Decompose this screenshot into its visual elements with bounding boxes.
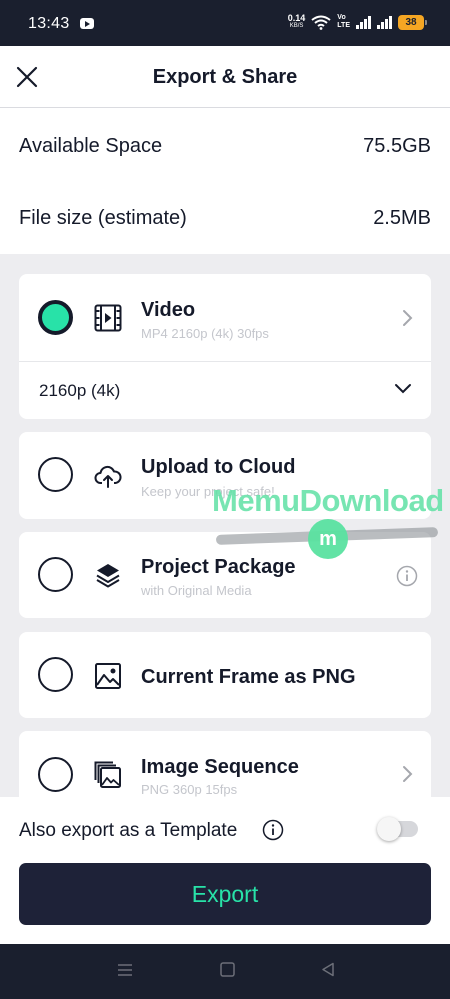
info-icon[interactable] bbox=[262, 819, 284, 841]
file-size-label: File size (estimate) bbox=[19, 207, 187, 229]
template-toggle[interactable] bbox=[377, 817, 418, 841]
option-cloud-card[interactable]: Upload to Cloud Keep your project safe! bbox=[19, 432, 431, 519]
package-subtitle: with Original Media bbox=[141, 583, 252, 598]
cloud-title: Upload to Cloud bbox=[141, 456, 296, 478]
option-png-card[interactable]: Current Frame as PNG bbox=[19, 632, 431, 718]
recent-apps-icon[interactable] bbox=[117, 962, 133, 978]
system-nav-bar bbox=[0, 944, 450, 999]
cloud-radio[interactable] bbox=[38, 457, 73, 492]
available-space-value: 75.5GB bbox=[363, 135, 431, 157]
option-video-card[interactable]: Video MP4 2160p (4k) 30fps 2160p (4k) bbox=[19, 274, 431, 419]
video-file-icon bbox=[94, 304, 122, 332]
png-title: Current Frame as PNG bbox=[141, 666, 356, 688]
signal-2-icon bbox=[377, 15, 392, 29]
cloud-upload-icon bbox=[94, 465, 122, 488]
image-icon bbox=[95, 663, 121, 689]
sequence-title: Image Sequence bbox=[141, 756, 299, 778]
youtube-notification-icon bbox=[80, 18, 94, 29]
info-icon[interactable] bbox=[396, 565, 418, 587]
chevron-down-icon[interactable] bbox=[394, 383, 412, 395]
cloud-subtitle: Keep your project safe! bbox=[141, 484, 275, 499]
home-icon[interactable] bbox=[220, 962, 235, 977]
network-speed: 0.14 KB/S bbox=[287, 13, 306, 30]
signal-1-icon bbox=[356, 15, 371, 29]
package-radio[interactable] bbox=[38, 557, 73, 592]
sequence-subtitle: PNG 360p 15fps bbox=[141, 782, 238, 797]
template-label: Also export as a Template bbox=[19, 820, 238, 841]
sequence-radio[interactable] bbox=[38, 757, 73, 792]
status-bar: 13:43 0.14 KB/S Vo LTE 38 bbox=[0, 0, 450, 46]
available-space-row: Available Space 75.5GB bbox=[19, 135, 431, 158]
toggle-knob bbox=[377, 817, 401, 841]
back-icon[interactable] bbox=[321, 962, 335, 977]
status-time: 13:43 bbox=[28, 15, 70, 32]
file-size-row: File size (estimate) 2.5MB bbox=[19, 207, 431, 230]
battery-icon: 38 bbox=[398, 14, 427, 30]
export-button[interactable]: Export bbox=[19, 863, 431, 925]
available-space-label: Available Space bbox=[19, 135, 163, 157]
resolution-select[interactable]: 2160p (4k) bbox=[19, 362, 431, 419]
video-subtitle: MP4 2160p (4k) 30fps bbox=[141, 326, 269, 341]
package-title: Project Package bbox=[141, 556, 296, 578]
layers-icon bbox=[96, 564, 120, 588]
bottom-panel: Also export as a Template Export bbox=[0, 797, 450, 944]
status-icons: 0.14 KB/S Vo LTE 38 bbox=[287, 13, 427, 30]
app-header: Export & Share bbox=[0, 46, 450, 108]
file-size-value: 2.5MB bbox=[373, 207, 431, 229]
png-radio[interactable] bbox=[38, 657, 73, 692]
video-radio[interactable] bbox=[38, 300, 73, 335]
page-title: Export & Share bbox=[152, 66, 298, 88]
wifi-icon bbox=[311, 15, 331, 30]
volte-indicator: Vo LTE bbox=[337, 14, 350, 29]
option-package-card[interactable]: Project Package with Original Media bbox=[19, 532, 431, 618]
chevron-right-icon[interactable] bbox=[401, 309, 413, 327]
chevron-right-icon[interactable] bbox=[401, 765, 413, 783]
image-sequence-icon bbox=[94, 761, 121, 788]
resolution-value: 2160p (4k) bbox=[39, 381, 121, 400]
video-title: Video bbox=[141, 299, 196, 321]
export-info: Available Space 75.5GB File size (estima… bbox=[0, 108, 450, 254]
